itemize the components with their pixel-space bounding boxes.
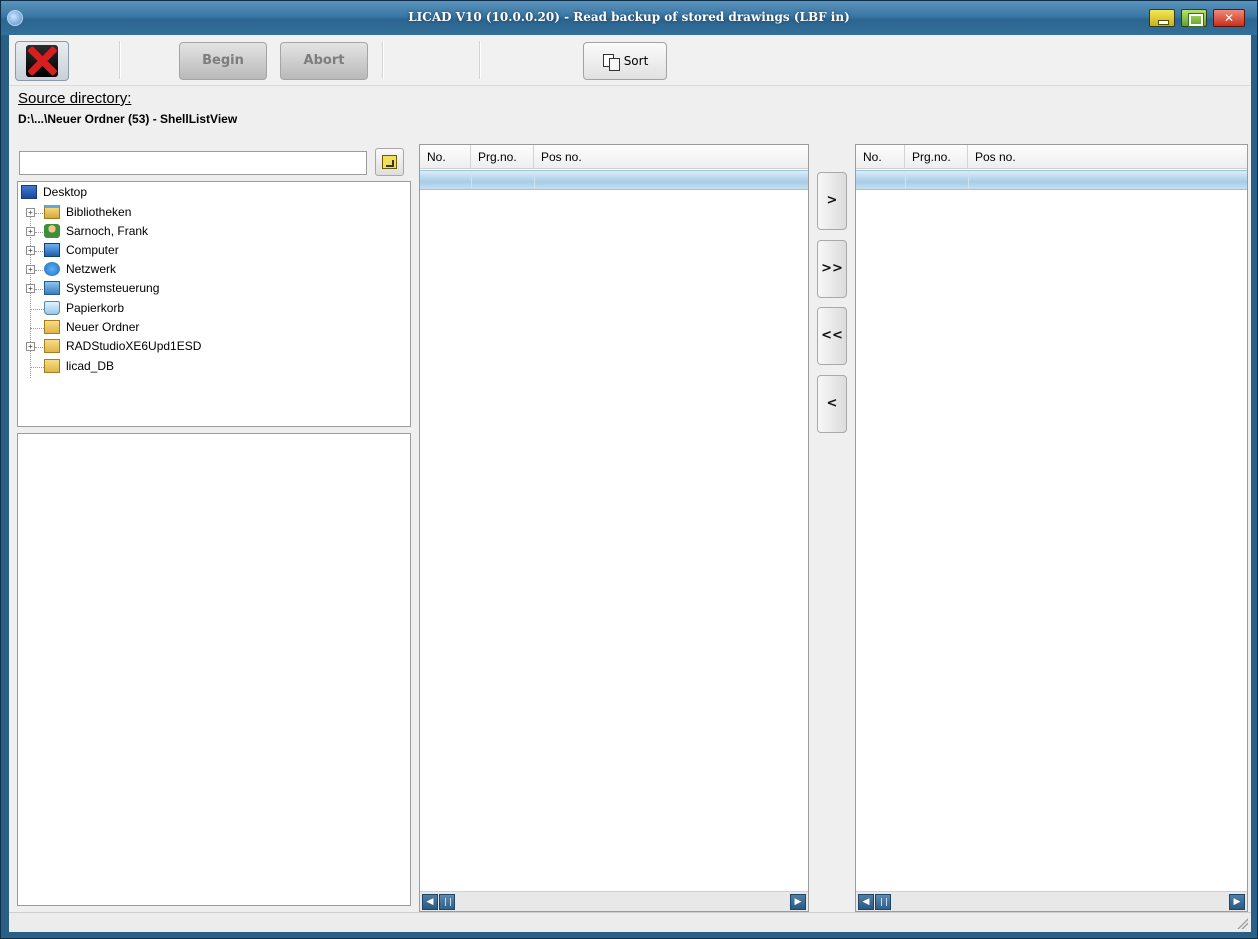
horizontal-scrollbar[interactable]: ◀ ▶ [420,891,808,911]
begin-button[interactable]: Begin [179,42,267,80]
column-header-prg-no[interactable]: Prg.no. [905,145,968,169]
network-icon [44,262,60,276]
column-header-pos-no[interactable]: Pos no. [968,145,1249,169]
close-icon: ✕ [1223,11,1235,25]
tree-connector [35,270,43,271]
expand-icon[interactable]: + [26,342,35,351]
toolbar-separator [119,41,120,79]
list-header: No. Prg.no. Pos no. [420,145,808,169]
toolbar-separator [479,41,480,79]
minimize-button[interactable] [1149,9,1175,27]
scroll-right-icon[interactable]: ▶ [1229,894,1245,910]
folder-arrow-icon [382,155,397,169]
cell-divider [471,171,472,189]
tree-connector [30,367,44,368]
selected-row[interactable] [856,170,1247,190]
source-directory-path: D:\...\Neuer Ordner (53) - ShellListView [18,112,238,126]
column-header-no[interactable]: No. [856,145,905,169]
move-selected-right-button[interactable]: > [817,172,847,230]
abort-button[interactable]: Abort [280,42,368,80]
move-all-left-button[interactable]: << [817,307,847,365]
tree-connector [35,289,43,290]
toolbar: Begin Abort Sort [9,35,1251,86]
column-header-prg-no[interactable]: Prg.no. [471,145,534,169]
tree-item-label: RADStudioXE6Upd1ESD [66,339,202,353]
horizontal-scrollbar[interactable]: ◀ ▶ [856,891,1247,911]
folder-icon [44,320,60,334]
column-header-pos-no[interactable]: Pos no. [534,145,810,169]
maximize-button[interactable] [1181,9,1207,27]
exit-button[interactable] [15,41,69,81]
target-drawing-list[interactable]: No. Prg.no. Pos no. ◀ ▶ [855,144,1248,912]
source-drawing-list[interactable]: No. Prg.no. Pos no. ◀ ▶ [419,144,809,912]
resize-grip-icon[interactable] [1236,917,1248,929]
folder-icon [44,339,60,353]
app-window: LICAD V10 (10.0.0.20) - Read backup of s… [0,0,1258,939]
control-panel-icon [44,281,60,295]
scroll-thumb[interactable] [439,894,455,910]
tree-item-label: Sarnoch, Frank [66,224,149,238]
sort-button[interactable]: Sort [583,42,667,80]
tree-connector [35,213,43,214]
cell-divider [905,171,906,189]
move-all-right-button[interactable]: >> [817,240,847,298]
window-title: LICAD V10 (10.0.0.20) - Read backup of s… [408,10,850,24]
browse-folder-button[interactable] [375,148,404,176]
folder-icon [44,359,60,373]
sort-label: Sort [623,54,649,68]
client-area: Begin Abort Sort Source directory: D:\..… [9,35,1251,932]
list-header: No. Prg.no. Pos no. [856,145,1247,169]
tree-connector [35,251,43,252]
source-directory-label: Source directory: [18,90,132,107]
cell-divider [534,171,535,189]
sort-icon [602,53,620,71]
move-selected-left-button[interactable]: < [817,375,847,433]
scroll-right-icon[interactable]: ▶ [790,894,806,910]
recycle-bin-icon [44,301,60,315]
expand-icon[interactable]: + [26,284,35,293]
expand-icon[interactable]: + [26,265,35,274]
path-input[interactable] [19,151,367,175]
tree-item-label: Desktop [43,185,88,199]
status-bar [9,912,1251,932]
expand-icon[interactable]: + [26,227,35,236]
tree-connector [30,328,44,329]
file-list-pane[interactable] [17,433,411,906]
tree-item-label: Computer [66,243,119,257]
tree-connector [35,347,43,348]
tree-item-label: Bibliotheken [66,205,132,219]
tree-item-label: Systemsteuerung [66,281,160,295]
scroll-left-icon[interactable]: ◀ [422,894,438,910]
tree-connector [35,232,43,233]
folder-tree[interactable]: Desktop + Bibliotheken + Sarnoch, Frank … [17,181,411,427]
column-header-no[interactable]: No. [420,145,471,169]
tree-item-label: Neuer Ordner [66,320,140,334]
tree-connector [30,309,44,310]
tree-item-label: Netzwerk [66,262,117,276]
close-window-button[interactable]: ✕ [1213,9,1245,27]
expand-icon[interactable]: + [26,208,35,217]
selected-row[interactable] [420,170,808,190]
tree-item-label: Papierkorb [66,301,125,315]
toolbar-separator [382,41,383,79]
red-x-exit-icon [26,45,58,77]
scroll-left-icon[interactable]: ◀ [858,894,874,910]
scroll-thumb[interactable] [875,894,891,910]
desktop-icon [21,185,37,199]
title-bar[interactable]: LICAD V10 (10.0.0.20) - Read backup of s… [1,1,1257,35]
libraries-icon [44,205,60,219]
computer-icon [44,243,60,257]
expand-icon[interactable]: + [26,246,35,255]
cell-divider [968,171,969,189]
user-icon [44,224,60,238]
tree-item-label: licad_DB [66,359,115,373]
